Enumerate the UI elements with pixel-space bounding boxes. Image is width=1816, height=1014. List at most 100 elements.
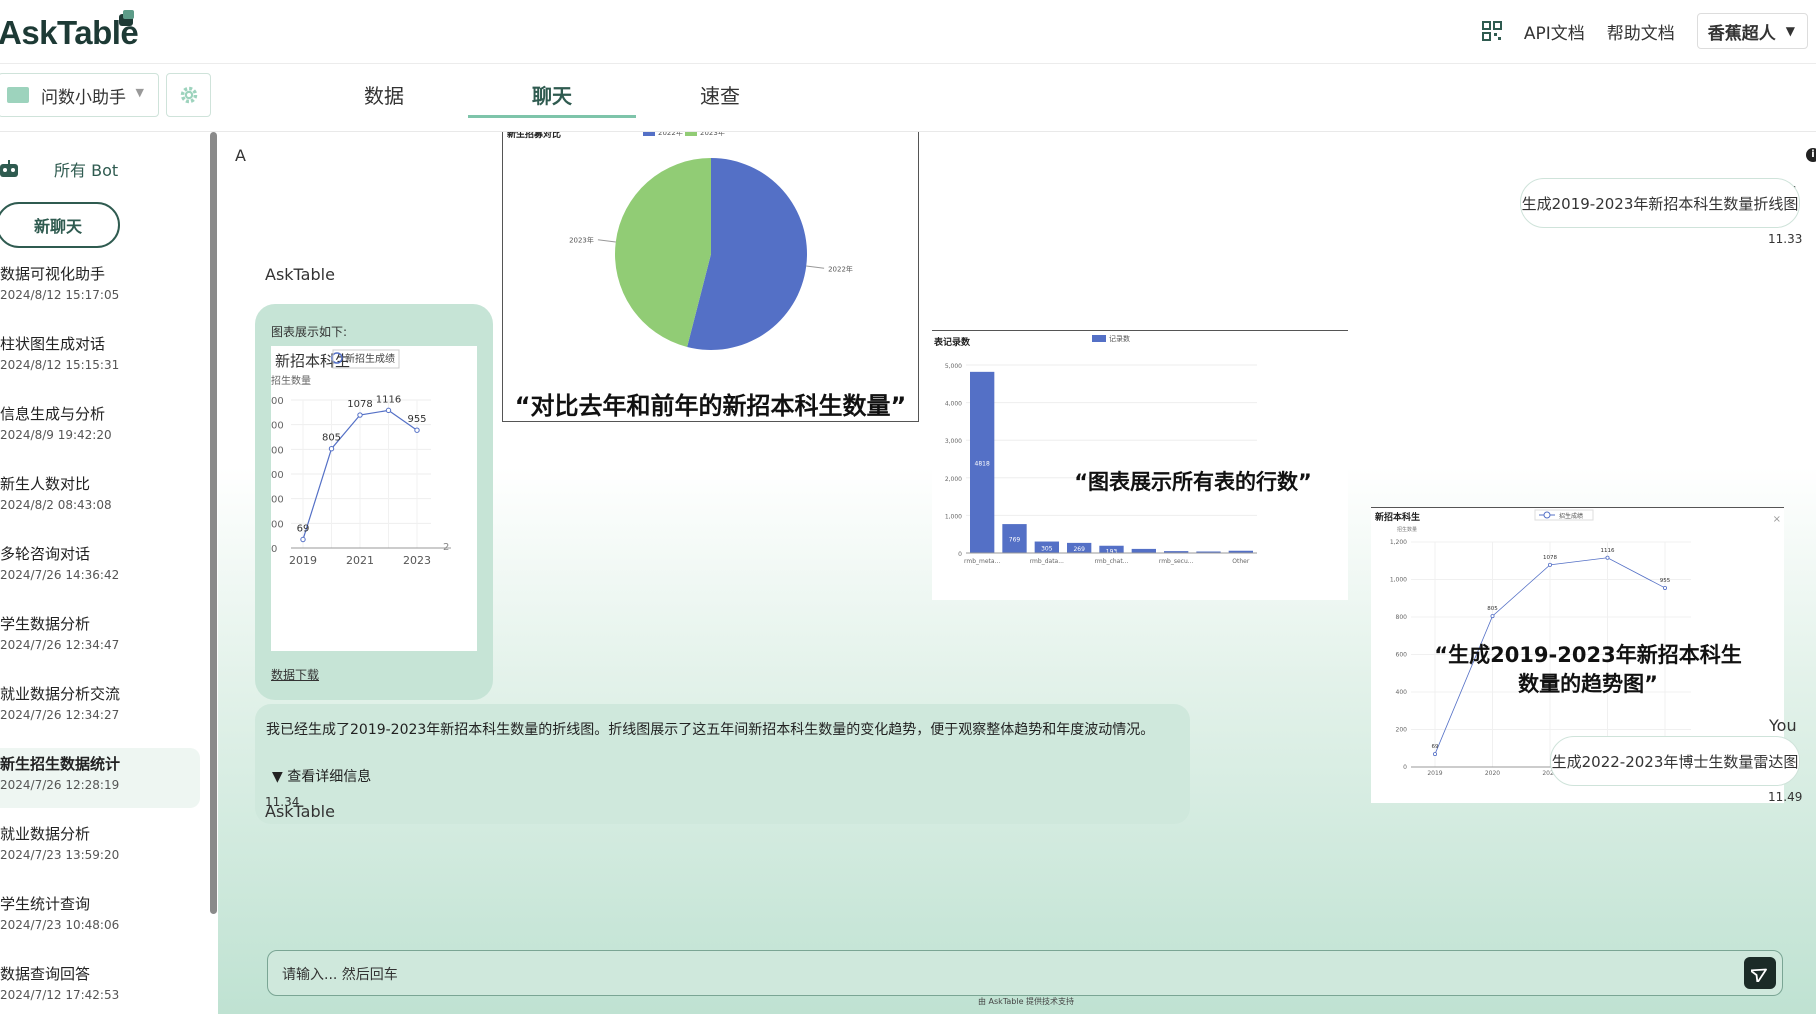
x-tick-label: 2020 [1485, 770, 1500, 777]
history-title: 学生数据分析 [0, 615, 91, 633]
history-item[interactable]: 就业数据分析交流 2024/7/26 12:34:27 [0, 678, 200, 738]
chat-area: A i You 生成2019-2023年新招本科生数量折线图 11.33 Ask… [218, 132, 1816, 1014]
y-tick-label: 0 [1403, 764, 1407, 771]
bar-value-label: 193 [1106, 549, 1118, 556]
history-title: 学生统计查询 [0, 895, 91, 913]
y-tick-label: 0 [271, 544, 277, 555]
history-item[interactable]: 柱状图生成对话 2024/8/12 15:15:31 [0, 328, 200, 388]
data-point [1605, 555, 1610, 560]
data-point [385, 407, 392, 414]
bot-message-bubble: 我已经生成了2019-2023年新招本科生数量的折线图。折线图展示了这五年间新招… [255, 704, 1190, 824]
slice-label-line [597, 239, 616, 243]
history-item[interactable]: 多轮咨询对话 2024/7/26 14:36:42 [0, 538, 200, 598]
sub-bar: 问数小助手 ▼ 数据 聊天 速查 [0, 64, 1816, 132]
chart-card-caption: 图表展示如下: [271, 325, 348, 339]
pie-chart-svg: 新生招募对比 2022年 2023年 2022年 2023年 [507, 132, 853, 350]
history-title: 信息生成与分析 [0, 405, 106, 423]
history-date: 2024/8/2 08:43:08 [0, 498, 112, 512]
history-item[interactable]: 学生统计查询 2024/7/23 10:48:06 [0, 888, 200, 948]
history-item[interactable]: 数据可视化助手 2024/8/12 15:17:05 [0, 258, 200, 318]
history-item[interactable]: 学生数据分析 2024/7/26 12:34:47 [0, 608, 200, 668]
sidebar: 所有 Bot 新聊天 数据可视化助手 2024/8/12 15:17:05 柱状图生… [0, 132, 218, 1014]
user-name: 香蕉超人 [1707, 23, 1776, 44]
user-menu-button[interactable]: 香蕉超人 ▼ [1696, 13, 1808, 49]
history-date: 2024/8/12 15:15:31 [0, 358, 120, 372]
y-tick-label: 1,000 [1390, 577, 1407, 584]
history-date: 2024/7/23 13:59:20 [0, 848, 120, 862]
history-date: 2024/7/26 12:34:47 [0, 638, 120, 652]
history-item[interactable]: 新生招生数据统计 2024/7/26 12:28:19 [0, 748, 200, 808]
y-tick-label: 1,000 [945, 513, 962, 520]
history-date: 2024/7/26 12:28:19 [0, 778, 120, 792]
api-doc-link[interactable]: API文档 [1524, 19, 1585, 44]
history-item[interactable]: 就业数据分析 2024/7/23 13:59:20 [0, 818, 200, 878]
history-item[interactable]: 新生人数对比 2024/8/2 08:43:08 [0, 468, 200, 528]
top-right-nav: API文档 帮助文档 香蕉超人 ▼ [1481, 13, 1816, 49]
legend-label: 记录数 [1109, 334, 1130, 343]
y-axis-label: 招生数量 [271, 374, 311, 387]
mini-line-chart: 新招本科生 新招生成绩 招生数量 0 00 00 00 00 00 00 2019 2021 2023 2… [271, 346, 477, 651]
data-label: 805 [1487, 606, 1498, 612]
y-tick-label: 0 [958, 551, 962, 558]
send-button[interactable] [1744, 957, 1776, 989]
bot-message-text: 我已经生成了2019-2023年新招本科生数量的折线图。折线图展示了这五年间新招… [266, 722, 1155, 738]
y-tick-label: 600 [1396, 652, 1408, 659]
x-tick-label: rmb_meta... [964, 558, 1000, 565]
y-tick-label: 00 [271, 396, 284, 407]
robot-icon [0, 160, 18, 177]
x-tick-label: rmb_data... [1030, 558, 1064, 565]
x-tick-label: rmb_chat... [1095, 558, 1129, 565]
qr-code-icon[interactable] [1481, 21, 1502, 41]
data-point [414, 427, 420, 433]
y-tick-label: 00 [271, 445, 284, 456]
history-date: 2024/7/12 17:42:53 [0, 988, 120, 1002]
data-point [328, 446, 335, 452]
history-title: 柱状图生成对话 [0, 335, 106, 353]
tab-quick-lookup[interactable]: 速查 [636, 64, 804, 118]
x-tick-label: Other [1232, 558, 1250, 565]
pie-chart-overlay: 新生招募对比 2022年 2023年 2022年 2023年 “对比去年和前年的新招本科… [502, 132, 919, 422]
history-title: 数据可视化助手 [0, 265, 106, 283]
footer-credit: 由 AskTable 提供技术支持 [978, 997, 1075, 1006]
x-tick-label: 2023 [403, 554, 431, 567]
legend-label: 2022年 [658, 132, 683, 137]
chat-input[interactable]: 请输入... 然后回车 [267, 950, 1783, 996]
data-label: 69 [297, 523, 310, 534]
help-doc-link[interactable]: 帮助文档 [1607, 19, 1675, 44]
sidebar-scrollbar[interactable] [210, 132, 217, 914]
history-title: 数据查询回答 [0, 965, 91, 983]
bot-selector[interactable]: 问数小助手 ▼ [0, 73, 159, 117]
history-title: 多轮咨询对话 [0, 545, 91, 563]
tab-chat[interactable]: 聊天 [468, 64, 636, 118]
top-bar: AskTable API文档 帮助文档 香蕉超人 ▼ [0, 0, 1816, 64]
history-date: 2024/8/9 19:42:20 [0, 428, 112, 442]
data-label: 1078 [1543, 555, 1557, 561]
new-chat-button[interactable]: 新聊天 [0, 202, 120, 248]
info-icon[interactable]: i [1806, 148, 1816, 162]
settings-button[interactable] [166, 73, 211, 117]
legend-marker-dot [1543, 511, 1551, 519]
gear-icon [180, 86, 197, 104]
history-item[interactable]: 数据查询回答 2024/7/12 17:42:53 [0, 958, 200, 1014]
y-tick-label: 4,000 [945, 401, 962, 408]
mini-line-chart-svg: 新招本科生新招生成绩招生数量00000000000002019 2021 20232… [271, 349, 451, 567]
data-download-link[interactable]: 数据下载 [271, 666, 319, 683]
bar-caption: “图表展示所有表的行数” [1074, 470, 1312, 494]
legend-marker [1092, 335, 1106, 342]
folder-icon [7, 87, 29, 103]
y-tick-label: 200 [1396, 727, 1408, 734]
bar-value-label: 305 [1041, 545, 1053, 552]
chart-title: 表记录数 [933, 336, 971, 348]
all-bot-link[interactable]: 所有 Bot [0, 152, 200, 186]
data-point [1547, 562, 1552, 567]
x-tick-label: 2019 [1427, 770, 1442, 777]
y-tick-label: 400 [1396, 689, 1408, 696]
x-axis-end-label: 2 [443, 542, 449, 553]
bar-value-label: 4818 [975, 460, 990, 467]
main-tabs: 数据 聊天 速查 [300, 64, 804, 118]
tab-data[interactable]: 数据 [300, 64, 468, 118]
view-details-toggle[interactable]: ▼ 查看详细信息 [272, 766, 371, 786]
y-tick-label: 00 [271, 495, 284, 506]
history-item[interactable]: 信息生成与分析 2024/8/9 19:42:20 [0, 398, 200, 458]
logo-mark-icon [119, 10, 134, 26]
